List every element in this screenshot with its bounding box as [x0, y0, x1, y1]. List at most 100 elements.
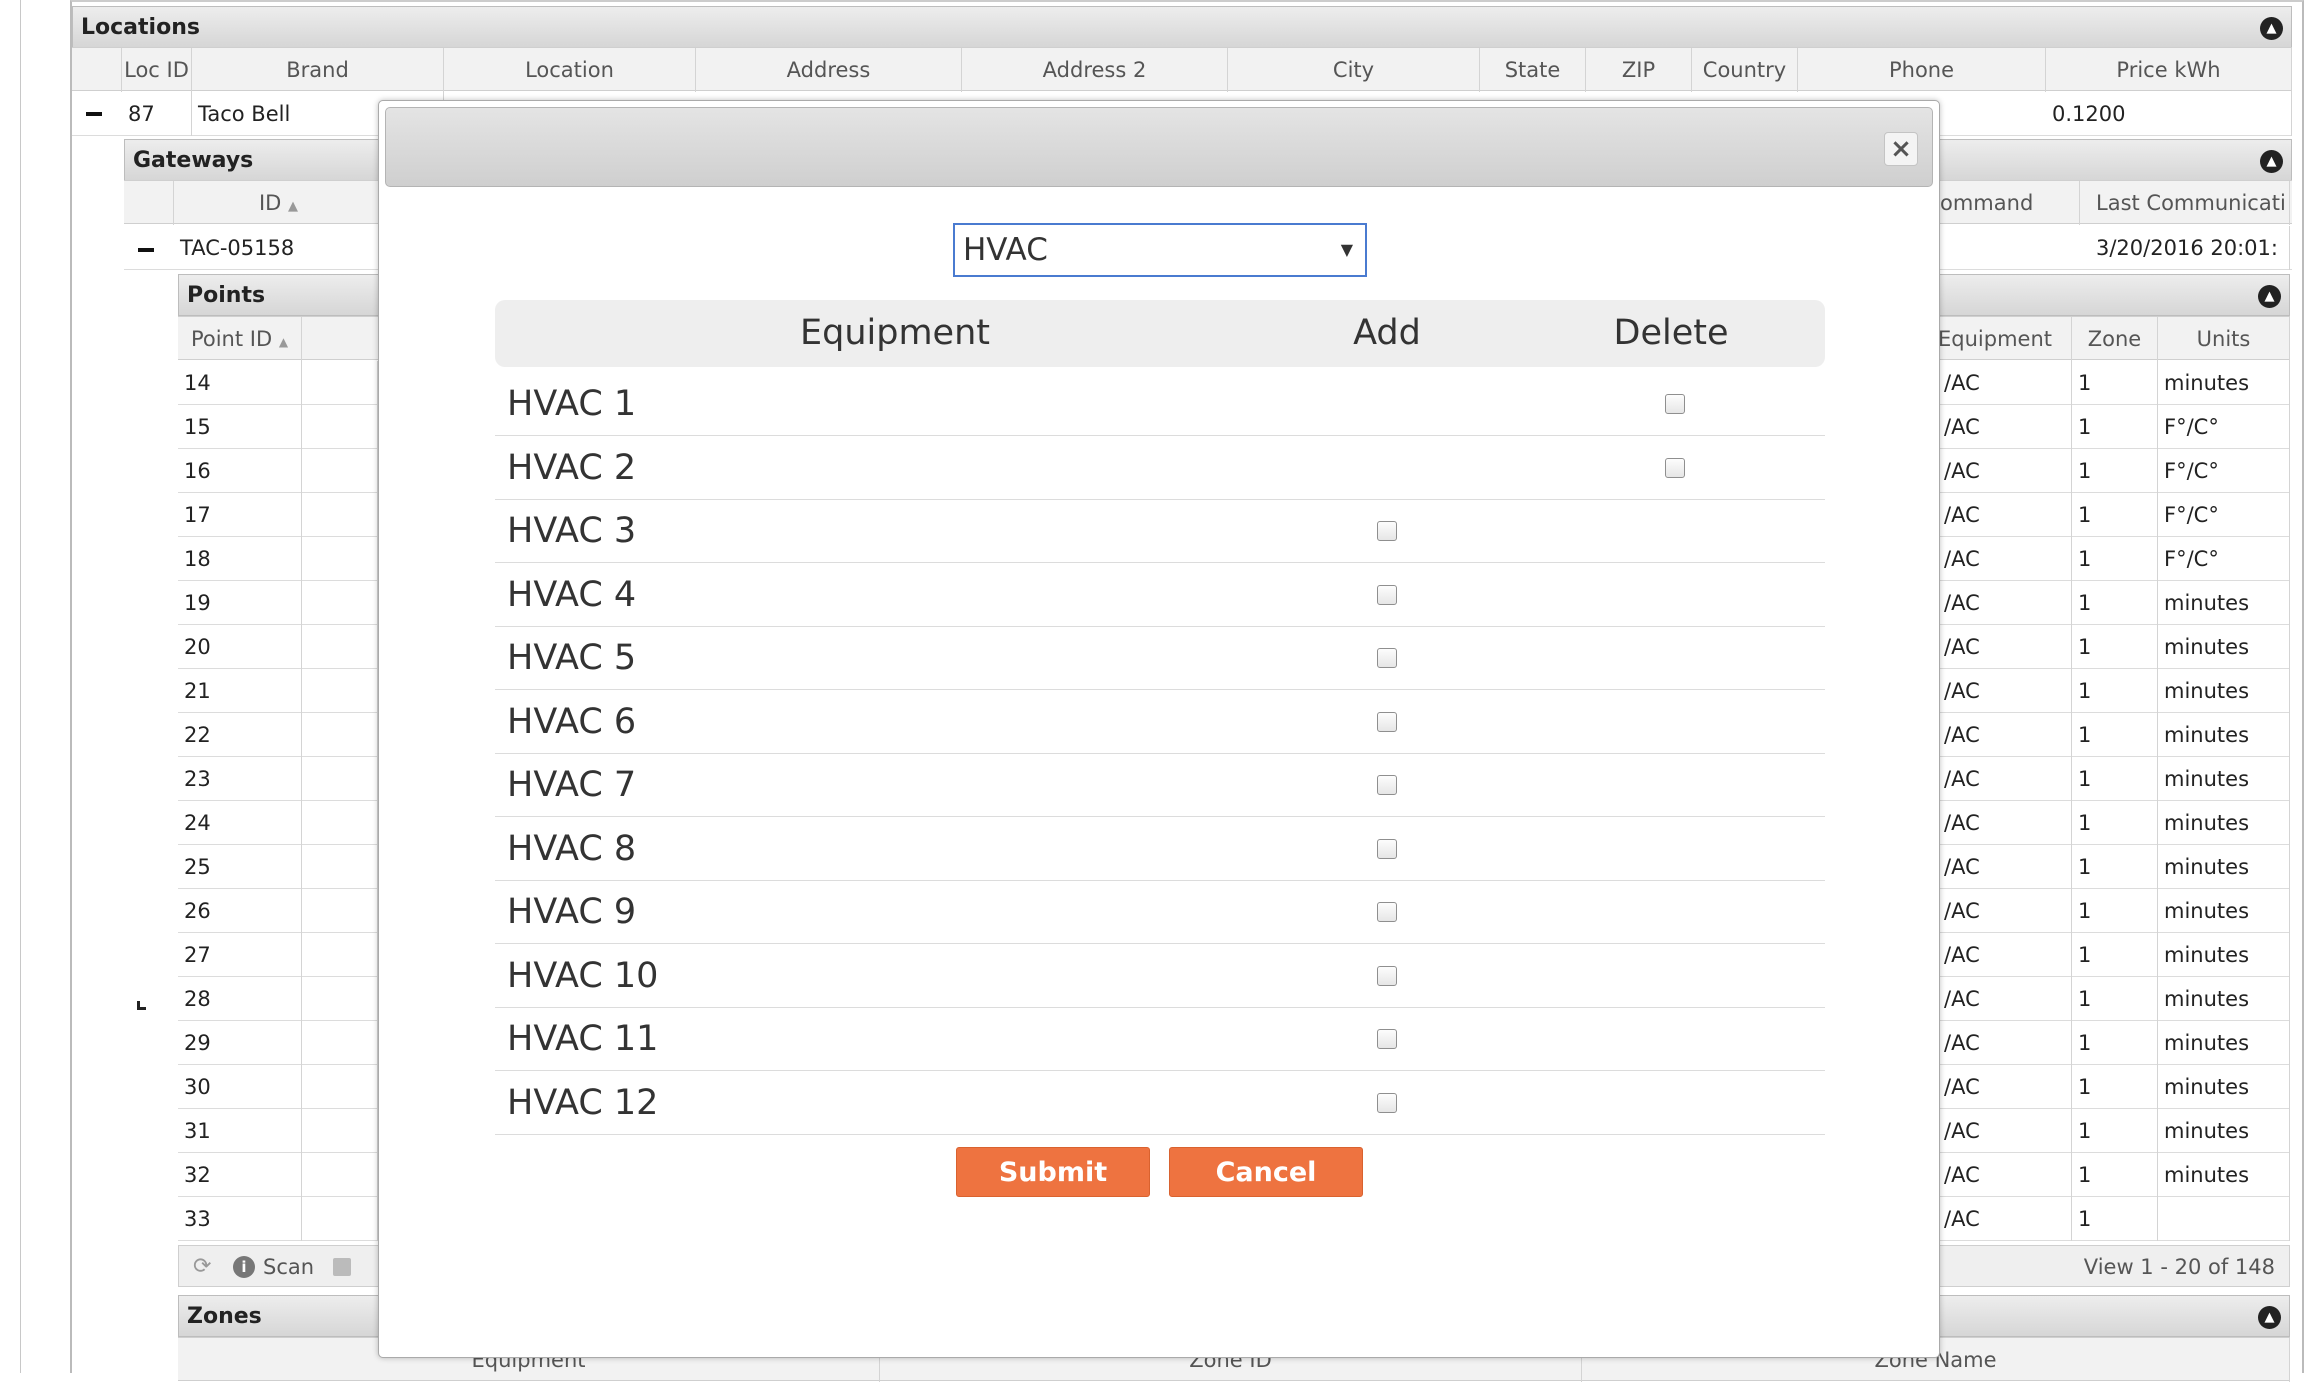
units-cell: minutes: [2158, 977, 2290, 1021]
point-id-cell: 16: [178, 449, 302, 493]
col-last-communication[interactable]: Last Communicati: [2090, 181, 2290, 225]
equipment-name: HVAC 5: [507, 638, 637, 678]
col-point-id[interactable]: Point ID ▲: [178, 317, 302, 361]
col-location[interactable]: Location: [444, 48, 696, 92]
zone-cell: 1: [2072, 713, 2158, 757]
cancel-button[interactable]: Cancel: [1169, 1147, 1363, 1197]
col-loc-id[interactable]: Loc ID: [122, 48, 192, 92]
zone-cell: 1: [2072, 889, 2158, 933]
units-cell: minutes: [2158, 581, 2290, 625]
equipment-name: HVAC 8: [507, 828, 637, 869]
add-checkbox[interactable]: [1377, 1092, 1397, 1113]
col-price-kwh[interactable]: Price kWh: [2046, 48, 2292, 92]
point-col2-cell: [302, 537, 378, 581]
equipment-cell: /AC: [1938, 1021, 2072, 1065]
refresh-icon[interactable]: ⟳: [193, 1246, 211, 1288]
equipment-cell: /AC: [1938, 889, 2072, 933]
point-col2-cell: [302, 449, 378, 493]
col-units[interactable]: Units: [2158, 317, 2290, 361]
col-city[interactable]: City: [1228, 48, 1480, 92]
collapse-up-icon[interactable]: ▲: [2258, 1306, 2281, 1329]
point-col2-cell: [302, 669, 378, 713]
collapse-row-icon[interactable]: [138, 248, 154, 252]
add-checkbox[interactable]: [1377, 965, 1397, 986]
zone-cell: 1: [2072, 405, 2158, 449]
dropdown-arrow-icon[interactable]: ▼: [1341, 225, 1353, 275]
units-cell: minutes: [2158, 933, 2290, 977]
add-checkbox[interactable]: [1377, 902, 1397, 922]
close-icon[interactable]: ×: [1884, 132, 1918, 166]
point-col2-cell: [302, 1065, 378, 1109]
add-checkbox[interactable]: [1377, 838, 1397, 859]
equipment-row: HVAC 7: [495, 754, 1825, 817]
equipment-name: HVAC 11: [507, 1019, 659, 1059]
locations-title: Locations: [81, 15, 200, 40]
point-col2-cell: [302, 933, 378, 977]
col-phone[interactable]: Phone: [1798, 48, 2046, 92]
point-id-cell: 25: [178, 845, 302, 889]
zone-cell: 1: [2072, 493, 2158, 537]
point-col2-cell: [302, 845, 378, 889]
point-col2-cell: [302, 889, 378, 933]
units-cell: minutes: [2158, 1021, 2290, 1065]
gateways-title: Gateways: [133, 148, 254, 173]
equipment-type-select[interactable]: HVAC ▼: [953, 223, 1367, 277]
point-col2-cell: [302, 493, 378, 537]
col-gateway-id[interactable]: ID ▲: [174, 181, 384, 225]
header-delete: Delete: [1613, 313, 1729, 353]
save-icon[interactable]: [333, 1258, 351, 1276]
collapse-row-icon[interactable]: [86, 112, 102, 116]
add-checkbox[interactable]: [1377, 584, 1397, 605]
zone-cell: 1: [2072, 1021, 2158, 1065]
collapse-up-icon[interactable]: ▲: [2260, 150, 2283, 173]
equipment-type-value: HVAC: [963, 232, 1048, 268]
scan-button[interactable]: Scan: [263, 1246, 314, 1288]
col-state[interactable]: State: [1480, 48, 1586, 92]
equipment-cell: /AC: [1938, 669, 2072, 713]
col-brand[interactable]: Brand: [192, 48, 444, 92]
point-id-cell: 31: [178, 1109, 302, 1153]
point-col2-cell: [302, 1197, 378, 1241]
point-id-cell: 19: [178, 581, 302, 625]
units-cell: minutes: [2158, 1153, 2290, 1197]
sort-icon[interactable]: ▲: [288, 199, 298, 214]
add-checkbox[interactable]: [1377, 775, 1397, 795]
add-checkbox[interactable]: [1377, 711, 1397, 732]
collapse-up-icon[interactable]: ▲: [2260, 17, 2283, 40]
units-cell: F°/C°: [2158, 405, 2290, 449]
col-country[interactable]: Country: [1692, 48, 1798, 92]
col-zone[interactable]: Zone: [2072, 317, 2158, 361]
locations-title-bar[interactable]: Locations ▲: [72, 6, 2292, 48]
add-checkbox[interactable]: [1377, 648, 1397, 668]
pager-view-text: View 1 - 20 of 148: [2083, 1255, 2275, 1279]
equipment-cell: /AC: [1938, 1109, 2072, 1153]
point-id-cell: 33: [178, 1197, 302, 1241]
point-col2-cell: [302, 581, 378, 625]
col-zip[interactable]: ZIP: [1586, 48, 1692, 92]
col-equipment[interactable]: Equipment: [1938, 317, 2072, 361]
equipment-row: HVAC 5: [495, 627, 1825, 690]
delete-checkbox[interactable]: [1665, 394, 1685, 414]
equipment-row: HVAC 11: [495, 1008, 1825, 1071]
equipment-cell: /AC: [1938, 1065, 2072, 1109]
point-col2-cell: [302, 1109, 378, 1153]
submit-button[interactable]: Submit: [956, 1147, 1150, 1197]
add-checkbox[interactable]: [1377, 521, 1397, 541]
point-id-cell: 15: [178, 405, 302, 449]
collapse-up-icon[interactable]: ▲: [2258, 285, 2281, 308]
col-command[interactable]: ommand: [1940, 181, 2080, 225]
zone-cell: 1: [2072, 625, 2158, 669]
sort-icon[interactable]: ▲: [279, 335, 288, 349]
price-kwh-cell: 0.1200: [2046, 92, 2292, 136]
col-address-2[interactable]: Address 2: [962, 48, 1228, 92]
col-address[interactable]: Address: [696, 48, 962, 92]
delete-checkbox[interactable]: [1665, 457, 1685, 478]
equipment-row: HVAC 3: [495, 500, 1825, 563]
point-col2-cell: [302, 1021, 378, 1065]
zone-cell: 1: [2072, 669, 2158, 713]
units-cell: F°/C°: [2158, 449, 2290, 493]
add-checkbox[interactable]: [1377, 1029, 1397, 1049]
info-icon[interactable]: i: [233, 1256, 255, 1278]
header-equipment: Equipment: [800, 313, 990, 353]
dialog-titlebar[interactable]: ×: [385, 107, 1933, 187]
